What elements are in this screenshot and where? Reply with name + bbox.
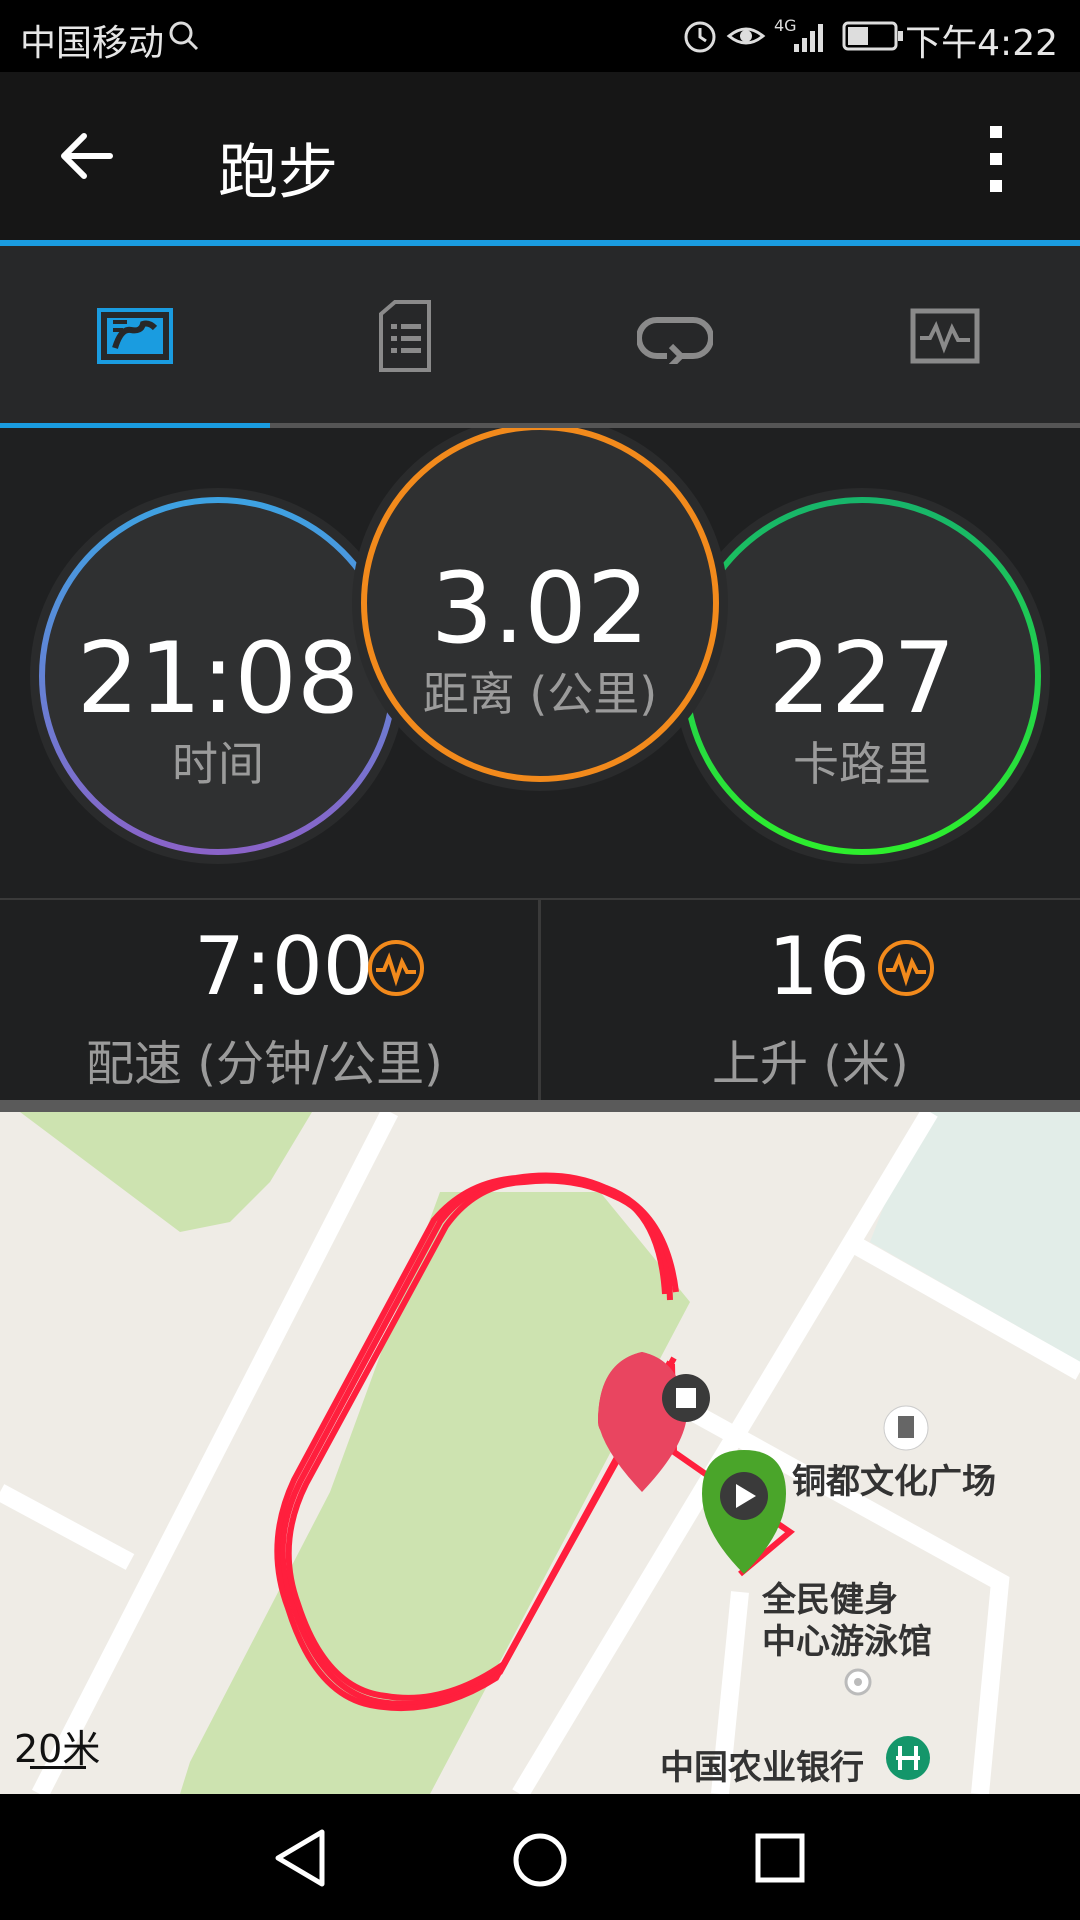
time-label: 时间	[172, 737, 264, 791]
ascent-chart-icon[interactable]	[876, 938, 936, 998]
time-value: 21:08	[76, 622, 360, 736]
pace-value: 7:00	[194, 920, 374, 1013]
calories-label: 卡路里	[793, 737, 931, 791]
carrier-label: 中国移动	[20, 23, 165, 64]
start-pin-icon[interactable]	[702, 1450, 786, 1574]
map-scale: 20米	[14, 1727, 101, 1771]
graph-icon	[910, 308, 980, 364]
distance-stat: 3.02 距离 (公里)	[360, 560, 720, 724]
tab-graph[interactable]	[810, 246, 1080, 426]
poi-bank-label: 中国农业银行	[660, 1748, 864, 1788]
stats-icon	[97, 308, 173, 364]
tab-stats[interactable]	[0, 246, 270, 426]
alarm-icon	[684, 21, 716, 53]
nav-home-icon[interactable]	[510, 1830, 570, 1890]
ascent-label: 上升 (米)	[712, 1036, 909, 1092]
pace-chart-icon[interactable]	[366, 938, 426, 998]
route-map[interactable]	[0, 1112, 1080, 1794]
nav-back-icon[interactable]	[272, 1828, 328, 1888]
back-arrow-icon[interactable]	[58, 128, 114, 184]
pace-label: 配速 (分钟/公里)	[86, 1036, 443, 1092]
search-icon	[169, 21, 199, 51]
distance-value: 3.02	[430, 552, 650, 666]
map-canvas[interactable]	[0, 1112, 1080, 1794]
page-title: 跑步	[218, 138, 338, 208]
app-bar	[0, 72, 1080, 240]
nav-recents-icon[interactable]	[754, 1832, 806, 1884]
scale-bar	[30, 1766, 86, 1769]
section-separator	[0, 1100, 1080, 1112]
tab-laps[interactable]	[540, 246, 810, 426]
calories-value: 227	[768, 622, 956, 736]
park-area	[20, 1112, 312, 1232]
stats-divider	[538, 900, 541, 1100]
overflow-menu-icon[interactable]	[976, 124, 1016, 194]
signal-icon	[794, 24, 823, 52]
calories-stat: 227 卡路里	[682, 630, 1042, 794]
poi-gym-label-2: 中心游泳馆	[762, 1622, 932, 1662]
tab-details[interactable]	[270, 246, 540, 426]
ascent-value: 16	[768, 920, 870, 1013]
battery-icon	[842, 21, 903, 51]
eye-comfort-icon	[726, 27, 766, 45]
time-stat: 21:08 时间	[38, 630, 398, 794]
clock: 下午4:22	[905, 23, 1058, 64]
laps-icon	[637, 317, 713, 364]
details-icon	[379, 300, 431, 372]
distance-label: 距离 (公里)	[422, 667, 658, 721]
poi-square-label: 铜都文化广场	[792, 1462, 996, 1502]
